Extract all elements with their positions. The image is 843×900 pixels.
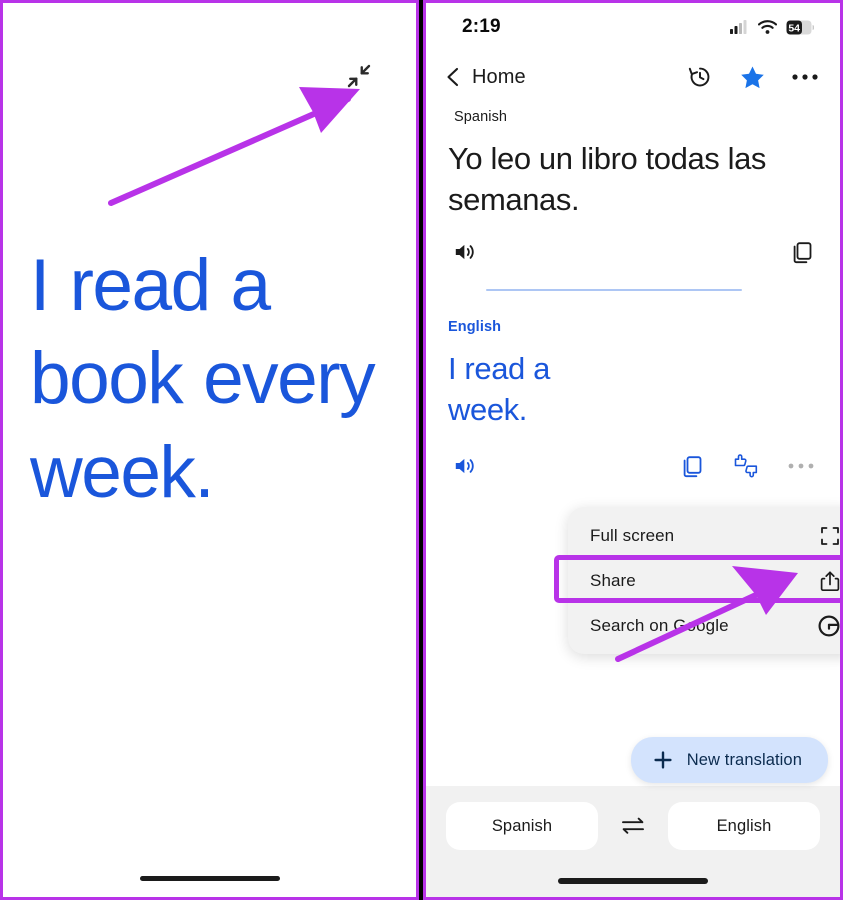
- swap-languages-button[interactable]: [614, 802, 652, 850]
- left-phone-panel: I read a book every week.: [0, 0, 419, 900]
- source-action-row: [426, 221, 840, 265]
- google-g-icon: [818, 615, 840, 636]
- copy-icon[interactable]: [680, 454, 704, 478]
- menu-item-share[interactable]: Share: [568, 558, 840, 603]
- wifi-icon: [758, 20, 777, 34]
- history-icon[interactable]: [687, 64, 713, 90]
- new-translation-label: New translation: [686, 750, 802, 769]
- battery-icon: 54: [786, 20, 814, 34]
- star-icon[interactable]: [739, 64, 766, 91]
- copy-icon[interactable]: [790, 240, 814, 264]
- collapse-fullscreen-icon[interactable]: [344, 61, 374, 91]
- target-text-line1: I read a: [448, 350, 550, 386]
- app-bar-actions: [687, 64, 822, 91]
- menu-item-search-on-google[interactable]: Search on Google: [568, 603, 840, 648]
- right-phone-panel: 2:19 54 Home Spanish Yo leo un libro tod…: [423, 0, 843, 900]
- more-options-icon[interactable]: [788, 462, 814, 470]
- menu-item-label: Full screen: [590, 525, 675, 545]
- target-right-actions: [680, 453, 814, 478]
- battery-level-label: 54: [788, 22, 800, 34]
- menu-item-label: Search on Google: [590, 615, 729, 635]
- menu-item-label: Share: [590, 570, 636, 590]
- menu-item-full-screen[interactable]: Full screen: [568, 513, 840, 558]
- status-bar: 2:19 54: [426, 3, 840, 51]
- share-icon: [820, 570, 840, 591]
- status-icons: 54: [730, 20, 814, 35]
- source-language-label: Spanish: [454, 109, 508, 125]
- translation-card: Spanish Yo leo un libro todas las semana…: [426, 103, 840, 861]
- app-bar: Home: [426, 51, 840, 103]
- new-translation-button[interactable]: New translation: [630, 737, 828, 783]
- fullscreen-icon: [821, 526, 839, 545]
- swap-arrows-icon: [622, 817, 644, 834]
- target-action-row: [426, 431, 840, 479]
- chevron-left-icon: [447, 67, 459, 87]
- status-time: 2:19: [462, 16, 501, 37]
- screenshot-root: I read a book every week. 2:19 54 Home S…: [0, 0, 843, 900]
- speaker-icon[interactable]: [452, 239, 478, 265]
- target-text: I read a week.: [426, 335, 840, 431]
- target-text-line2: week.: [448, 391, 527, 427]
- plus-icon: [654, 751, 672, 769]
- speaker-icon[interactable]: [452, 453, 478, 479]
- source-text: Yo leo un libro todas las semanas.: [448, 141, 767, 217]
- context-menu: Full screen Share Search on Google: [568, 507, 840, 654]
- back-home-button[interactable]: Home: [442, 65, 687, 89]
- thumbs-up-down-icon[interactable]: [732, 453, 760, 478]
- app-bar-title: Home: [472, 65, 526, 88]
- target-language-button[interactable]: English: [668, 802, 820, 850]
- source-right-actions: [790, 240, 814, 264]
- cellular-signal-icon: [730, 20, 747, 34]
- target-language-label: English: [448, 318, 502, 335]
- more-horizontal-icon[interactable]: [792, 73, 818, 81]
- home-indicator[interactable]: [558, 878, 708, 884]
- fullscreen-translation-text: I read a book every week.: [30, 245, 376, 513]
- source-language-button[interactable]: Spanish: [446, 802, 598, 850]
- home-indicator[interactable]: [139, 876, 280, 881]
